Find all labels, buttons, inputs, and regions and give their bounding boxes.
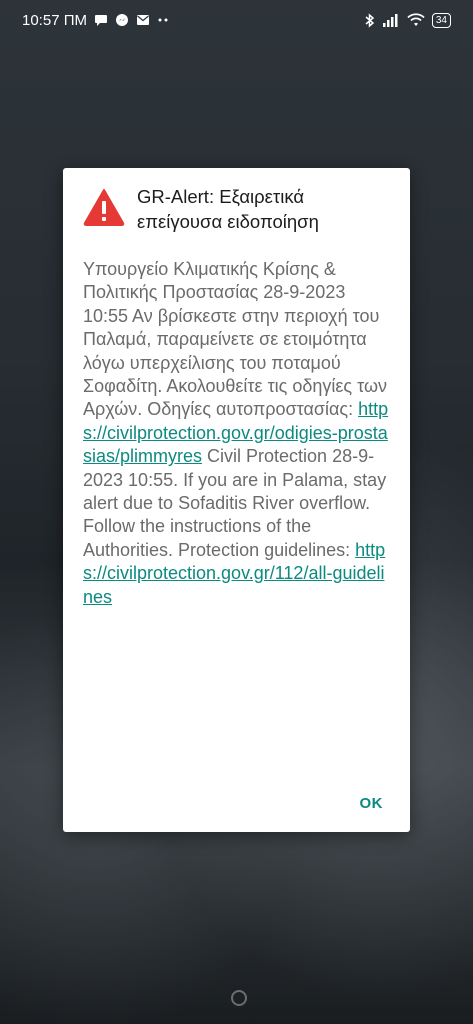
status-time: 10:57 ΠΜ [22, 11, 88, 29]
status-bar: 10:57 ΠΜ 34 [0, 0, 473, 40]
dialog-message: Υπουργείο Κλιματικής Κρίσης & Πολιτικής … [83, 258, 390, 609]
message-icon [94, 13, 108, 27]
signal-icon [382, 13, 400, 27]
battery-level: 34 [435, 14, 447, 26]
dialog-title: GR-Alert: Εξαιρετικά επείγουσα ειδοποίησ… [137, 186, 319, 232]
ok-button[interactable]: OK [360, 795, 384, 812]
wifi-icon [407, 13, 425, 27]
messenger-icon [115, 13, 129, 27]
bluetooth-icon [365, 12, 375, 28]
mail-icon [136, 14, 150, 26]
more-notifications-icon [157, 17, 169, 23]
message-greek: Υπουργείο Κλιματικής Κρίσης & Πολιτικής … [83, 259, 388, 420]
home-indicator[interactable] [230, 990, 247, 1006]
battery-icon: 34 [431, 12, 451, 28]
warning-icon [83, 188, 125, 226]
alert-dialog: GR-Alert: Εξαιρετικά επείγουσα ειδοποίησ… [63, 168, 410, 832]
dialog-header: GR-Alert: Εξαιρετικά επείγουσα ειδοποίησ… [83, 184, 390, 234]
